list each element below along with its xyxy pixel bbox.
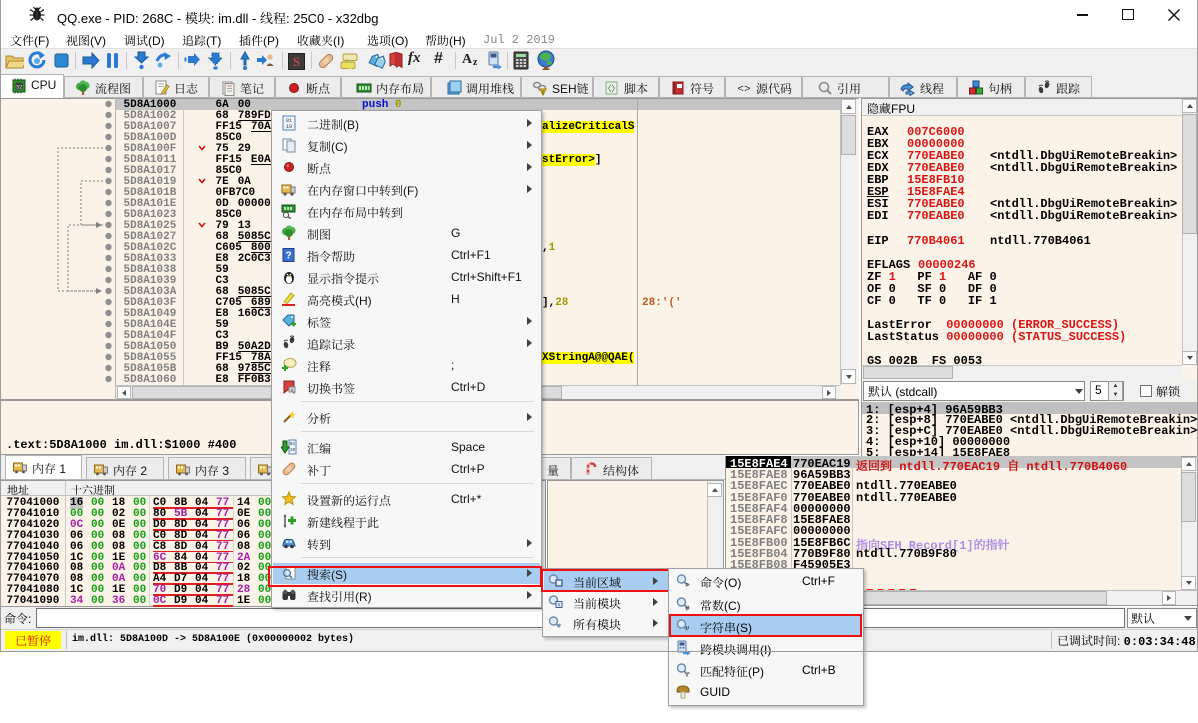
svg-text:S: S <box>293 54 300 69</box>
svg-text:32: 32 <box>16 84 23 91</box>
svg-text:#: # <box>685 603 690 612</box>
svg-text:*: * <box>558 622 561 631</box>
svg-text:01: 01 <box>290 441 296 447</box>
svg-text:x: x <box>558 602 561 608</box>
svg-text:10: 10 <box>290 447 296 453</box>
svg-text:>: > <box>685 582 689 589</box>
svg-text:?: ? <box>285 250 291 261</box>
svg-text:10: 10 <box>286 124 292 130</box>
svg-text:〈〉: 〈〉 <box>604 84 620 93</box>
svg-text:<>: <> <box>737 84 750 96</box>
